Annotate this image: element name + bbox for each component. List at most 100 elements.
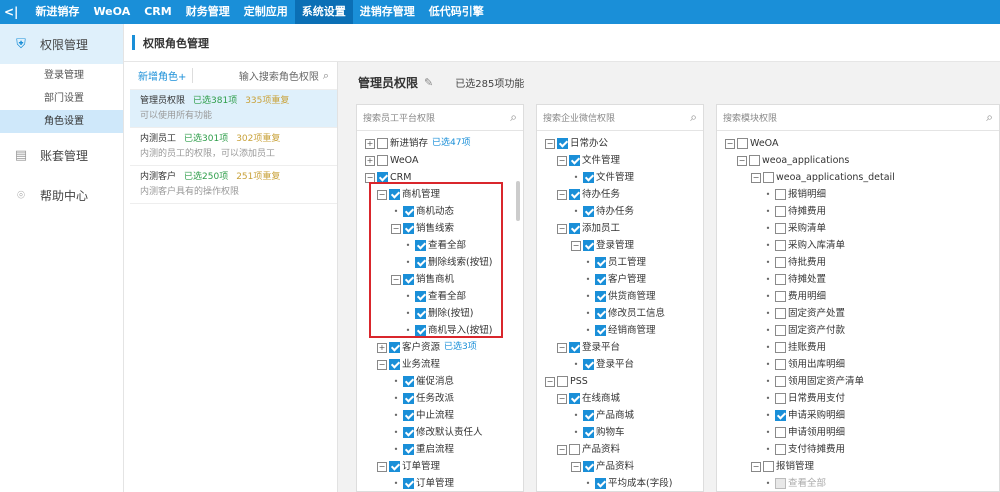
collapse-icon[interactable]: −: [557, 189, 567, 200]
checkbox[interactable]: [595, 274, 606, 285]
checkbox[interactable]: [415, 257, 426, 268]
tree-node[interactable]: − 产品资料: [537, 458, 703, 475]
edit-icon[interactable]: ✎: [424, 76, 433, 89]
tree-node[interactable]: − 销售商机: [357, 271, 523, 288]
checkbox[interactable]: [583, 461, 594, 472]
checkbox[interactable]: [389, 189, 400, 200]
checkbox[interactable]: [775, 189, 786, 200]
checkbox[interactable]: [569, 444, 580, 455]
collapse-icon[interactable]: −: [557, 444, 567, 455]
collapse-icon[interactable]: −: [365, 172, 375, 183]
sidebar-subitem[interactable]: 部门设置: [0, 87, 123, 110]
checkbox[interactable]: [775, 444, 786, 455]
collapse-icon[interactable]: −: [545, 376, 555, 387]
tree-node[interactable]: − weoa_applications: [717, 152, 999, 169]
tree-node[interactable]: • 删除(按钮): [357, 305, 523, 322]
checkbox[interactable]: [415, 291, 426, 302]
checkbox[interactable]: [595, 308, 606, 319]
checkbox[interactable]: [737, 138, 748, 149]
sidebar-item-permission[interactable]: ⛨ 权限管理: [0, 24, 123, 64]
sidebar-item-account[interactable]: ▤ 账套管理: [0, 135, 123, 175]
checkbox[interactable]: [415, 325, 426, 336]
checkbox[interactable]: [403, 376, 414, 387]
collapse-icon[interactable]: −: [725, 138, 735, 149]
checkbox[interactable]: [389, 342, 400, 353]
back-icon[interactable]: <|: [4, 5, 18, 19]
top-nav-item[interactable]: CRM: [137, 0, 179, 24]
checkbox[interactable]: [377, 138, 388, 149]
top-nav-item[interactable]: WeOA: [86, 0, 137, 24]
tree-node[interactable]: • 供货商管理: [537, 288, 703, 305]
tree-node[interactable]: • 商机导入(按钮): [357, 322, 523, 339]
sidebar-subitem[interactable]: 角色设置: [0, 110, 123, 133]
checkbox[interactable]: [775, 427, 786, 438]
tree-node[interactable]: • 领用出库明细: [717, 356, 999, 373]
top-nav-item[interactable]: 低代码引擎: [422, 0, 491, 24]
search-icon[interactable]: ⌕: [323, 69, 329, 83]
checkbox[interactable]: [557, 138, 568, 149]
role-search-input[interactable]: 输入搜索角色权限: [193, 68, 322, 83]
checkbox[interactable]: [403, 444, 414, 455]
collapse-icon[interactable]: −: [391, 274, 401, 285]
expand-icon[interactable]: +: [365, 155, 375, 166]
checkbox[interactable]: [389, 461, 400, 472]
top-nav-item[interactable]: 财务管理: [179, 0, 237, 24]
collapse-icon[interactable]: −: [557, 342, 567, 353]
tree-node[interactable]: • 待办任务: [537, 203, 703, 220]
checkbox[interactable]: [595, 291, 606, 302]
permission-search-input[interactable]: 搜索员工平台权限 ⌕: [357, 105, 523, 131]
checkbox[interactable]: [557, 376, 568, 387]
tree-node[interactable]: − 登录平台: [537, 339, 703, 356]
tree-node[interactable]: • 购物车: [537, 424, 703, 441]
add-role-button[interactable]: 新增角色+: [138, 68, 194, 83]
checkbox[interactable]: [763, 461, 774, 472]
collapse-icon[interactable]: −: [571, 240, 581, 251]
checkbox[interactable]: [583, 240, 594, 251]
checkbox[interactable]: [415, 240, 426, 251]
collapse-icon[interactable]: −: [557, 393, 567, 404]
checkbox[interactable]: [415, 308, 426, 319]
tree-node[interactable]: • 采购清单: [717, 220, 999, 237]
tree-node[interactable]: + WeOA: [357, 152, 523, 169]
top-nav-item[interactable]: 进销存管理: [353, 0, 422, 24]
tree-node[interactable]: + 客户资源 已选3项: [357, 339, 523, 356]
tree-node[interactable]: • 待摊费用: [717, 203, 999, 220]
tree-node[interactable]: • 固定资产付款: [717, 322, 999, 339]
checkbox[interactable]: [403, 206, 414, 217]
tree-node[interactable]: • 查看全部: [357, 237, 523, 254]
tree-node[interactable]: • 挂账费用: [717, 339, 999, 356]
checkbox[interactable]: [775, 308, 786, 319]
checkbox[interactable]: [403, 274, 414, 285]
checkbox[interactable]: [389, 359, 400, 370]
checkbox[interactable]: [583, 427, 594, 438]
checkbox[interactable]: [403, 478, 414, 489]
tree-node[interactable]: • 员工管理: [537, 254, 703, 271]
tree-node[interactable]: • 查看全部: [357, 288, 523, 305]
tree-node[interactable]: • 删除线索(按钮): [357, 254, 523, 271]
checkbox[interactable]: [569, 342, 580, 353]
collapse-icon[interactable]: −: [377, 359, 387, 370]
collapse-icon[interactable]: −: [751, 172, 761, 183]
tree-node[interactable]: • 客户管理: [537, 271, 703, 288]
collapse-icon[interactable]: −: [737, 155, 747, 166]
tree-node[interactable]: − 产品资料: [537, 441, 703, 458]
collapse-icon[interactable]: −: [545, 138, 555, 149]
checkbox[interactable]: [775, 410, 786, 421]
checkbox[interactable]: [775, 393, 786, 404]
tree-node[interactable]: − 销售线索: [357, 220, 523, 237]
checkbox[interactable]: [775, 325, 786, 336]
checkbox[interactable]: [775, 291, 786, 302]
tree-node[interactable]: − 商机管理: [357, 186, 523, 203]
collapse-icon[interactable]: −: [557, 223, 567, 234]
checkbox[interactable]: [595, 257, 606, 268]
checkbox[interactable]: [775, 206, 786, 217]
tree-node[interactable]: • 修改默认责任人: [357, 424, 523, 441]
top-nav-item[interactable]: 新进销存: [28, 0, 86, 24]
checkbox[interactable]: [403, 393, 414, 404]
tree-node[interactable]: • 修改员工信息: [537, 305, 703, 322]
checkbox[interactable]: [403, 427, 414, 438]
tree-node[interactable]: • 查看全部: [717, 475, 999, 492]
expand-icon[interactable]: +: [377, 342, 387, 353]
tree-node[interactable]: − 报销管理: [717, 458, 999, 475]
collapse-icon[interactable]: −: [377, 189, 387, 200]
